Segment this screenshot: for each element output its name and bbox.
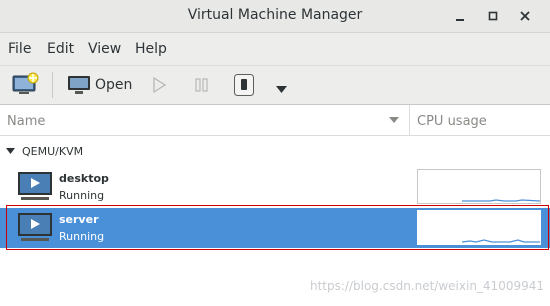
new-vm-icon (12, 72, 39, 94)
maximize-icon (488, 11, 498, 21)
shutdown-menu-arrow[interactable] (275, 80, 289, 99)
vm-row-desktop[interactable]: desktop Running (0, 167, 550, 207)
vm-row-server[interactable]: server Running (0, 208, 550, 248)
vm-name: desktop (59, 172, 109, 185)
open-button-label[interactable]: Open (95, 77, 132, 93)
minimize-icon (456, 19, 464, 21)
toolbar (0, 66, 550, 105)
menu-edit[interactable]: Edit (47, 41, 74, 57)
minimize-button[interactable] (450, 6, 470, 26)
list-header: Name CPU usage (0, 105, 550, 136)
menu-bar: File Edit View Help (0, 33, 550, 66)
toolbar-separator (52, 72, 53, 98)
run-button[interactable] (150, 76, 168, 98)
title-bar: Virtual Machine Manager (0, 0, 550, 33)
vm-status: Running (59, 189, 105, 202)
expander-icon[interactable] (6, 148, 16, 156)
shutdown-button[interactable] (233, 73, 255, 101)
vm-monitor-icon (18, 213, 52, 241)
sort-arrow-icon[interactable] (389, 117, 399, 125)
cpu-graph-line (461, 239, 540, 243)
close-icon (520, 11, 530, 21)
new-vm-button[interactable] (12, 72, 40, 102)
monitor-icon (68, 76, 90, 94)
cpu-graph-line (462, 199, 541, 202)
chevron-down-icon (276, 86, 287, 93)
menu-view[interactable]: View (88, 41, 121, 57)
column-cpu-header[interactable]: CPU usage (417, 114, 487, 129)
menu-help[interactable]: Help (135, 41, 167, 57)
vm-status: Running (59, 230, 105, 243)
menu-file[interactable]: File (8, 41, 31, 57)
watermark: https://blog.csdn.net/weixin_41009941 (309, 279, 544, 293)
vm-name: server (59, 213, 99, 226)
open-button[interactable] (67, 74, 91, 100)
play-icon (153, 76, 167, 94)
pause-icon (195, 78, 208, 92)
close-button[interactable] (515, 6, 535, 26)
vm-monitor-icon (18, 172, 52, 200)
cpu-usage-graph (417, 169, 541, 204)
connection-row[interactable]: QEMU/KVM (0, 141, 550, 163)
pause-button[interactable] (193, 76, 211, 98)
cpu-usage-graph (417, 210, 541, 245)
column-divider (409, 105, 410, 135)
power-icon (234, 74, 254, 96)
column-name-header[interactable]: Name (7, 114, 45, 129)
maximize-button[interactable] (483, 6, 503, 26)
connection-label: QEMU/KVM (22, 145, 84, 158)
